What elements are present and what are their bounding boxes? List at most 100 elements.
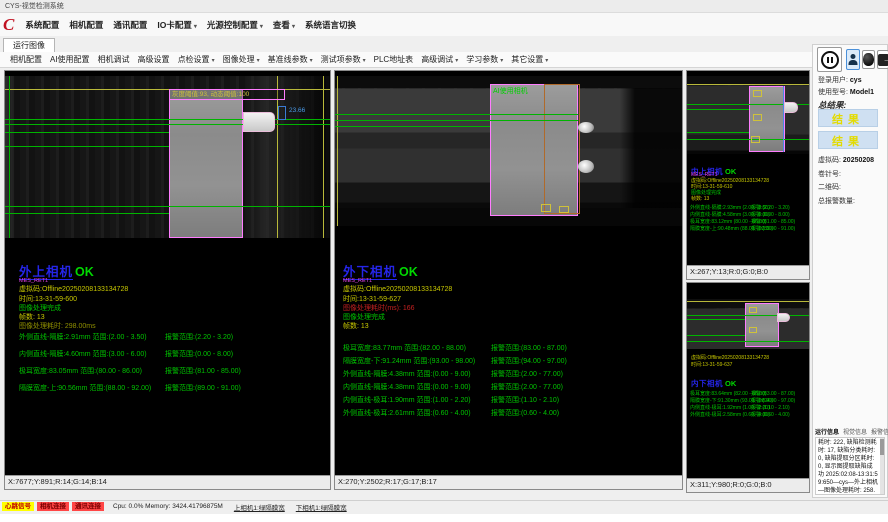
camera-canvas-outer-bottom[interactable]: AI使用相机: [335, 76, 682, 226]
measurement-value: 内侧直线-隔膜:4.60mm 范围:(3.00 - 6.00): [19, 350, 147, 359]
tool-spot-check[interactable]: 点检设置: [174, 53, 219, 66]
overlay-line: [5, 124, 330, 125]
log-scrollbar[interactable]: [880, 438, 884, 494]
tool-baseline-params[interactable]: 基准线参数: [264, 53, 317, 66]
lower-camera-link[interactable]: 下相机1:绿隔膜宽: [296, 502, 347, 512]
tool-plc-address[interactable]: PLC地址表: [370, 53, 418, 66]
menu-item-view[interactable]: 查看: [268, 17, 300, 33]
tool-advanced-settings[interactable]: 高级设置: [134, 53, 174, 66]
time-label: 时间:13-31-59-637: [691, 362, 732, 368]
menu-item-io-config[interactable]: IO卡配置: [152, 17, 202, 33]
tool-image-processing[interactable]: 图像处理: [219, 53, 264, 66]
measurement-value: 内侧直线-极耳:1.90mm 范围:(1.00 - 2.20): [343, 396, 471, 405]
camera-canvas-inner-bottom[interactable]: [687, 299, 809, 349]
camera-view-outer-top: 23.66 灰度阈值:93, 动态阈值:100 外上相机OK MES_RET1 …: [4, 70, 331, 490]
status-button[interactable]: [862, 50, 875, 69]
qr-code-label: 二维码:: [818, 182, 841, 192]
overlay-line: [335, 126, 490, 127]
camera-name-label: 内下相机: [691, 379, 723, 388]
tab-run-info[interactable]: 运行信息: [815, 427, 839, 436]
tool-ai-config[interactable]: AI使用配置: [46, 53, 94, 66]
alarm-range: 报警:(89.00 - 91.00): [751, 226, 795, 232]
camera-canvas-outer-top[interactable]: 23.66 灰度阈值:93, 动态阈值:100: [5, 76, 330, 238]
tool-advanced-debug[interactable]: 高级调试: [417, 53, 462, 66]
defect-marker: [753, 114, 762, 121]
alarm-range: 报警:(0.00 - 8.00): [751, 212, 790, 218]
overlay-line: [335, 120, 578, 121]
overlay-line: [687, 341, 809, 342]
user-button[interactable]: [846, 49, 860, 70]
status-icon: [863, 53, 874, 66]
alarm-range: 报警:(83.00 - 87.00): [751, 391, 795, 397]
measurement-value: 外侧直线-极耳:2.61mm 范围:(0.60 - 4.00): [343, 409, 471, 418]
electrode-tab: [784, 102, 798, 113]
defect-marker: [541, 204, 551, 212]
defect-marker: [749, 307, 757, 313]
tab-alarm-info[interactable]: 报警信息: [871, 427, 888, 436]
tool-other-settings[interactable]: 其它设置: [507, 53, 552, 66]
time-label: 时间:13-31-59-600: [19, 295, 77, 304]
login-user-value: cys: [850, 77, 862, 84]
tool-test-params[interactable]: 测试项参数: [317, 53, 370, 66]
measurement-value: 隔膜宽度-上:90.56mm 范围:(88.00 - 92.00): [19, 384, 151, 393]
tool-camera-config[interactable]: 相机配置: [6, 53, 46, 66]
overlay-line: [5, 213, 169, 214]
tab-vision-info[interactable]: 视觉信息: [843, 427, 867, 436]
pixel-info-bar: X:270;Y:2502;R:17;G:17;B:17: [335, 475, 682, 489]
menu-item-language[interactable]: 系统语言切换: [300, 17, 361, 33]
alarm-range: 报警范围:(89.00 - 91.00): [165, 384, 241, 393]
ai-camera-label: AI使用相机: [493, 86, 528, 96]
menu-item-system-config[interactable]: 系统配置: [20, 17, 64, 33]
alarm-range: 报警范围:(83.00 - 87.00): [491, 344, 567, 353]
overlay-line: [5, 206, 330, 207]
defect-marker: [753, 90, 762, 97]
overlay-line: [687, 315, 809, 316]
toolbar: 相机配置 AI使用配置 相机调试 高级设置 点检设置 图像处理 基准线参数 测试…: [0, 52, 812, 68]
virtual-code-label: 虚拟码:Offline20250208133134728: [19, 285, 128, 294]
alarm-range: 报警范围:(2.00 - 77.00): [491, 370, 563, 379]
overlay-line: [5, 132, 169, 133]
overlay-line: [337, 76, 338, 226]
measurement-value: 极耳宽度:83.05mm 范围:(80.00 - 86.00): [19, 367, 142, 376]
menubar: C 系统配置 相机配置 通讯配置 IO卡配置 光源控制配置 查看 系统语言切换: [0, 13, 888, 36]
measurement-value: 极耳宽度:83.77mm 范围:(82.00 - 88.00): [343, 344, 466, 353]
log-scrollbar-thumb[interactable]: [880, 439, 884, 455]
alarm-range: 报警范围:(94.00 - 97.00): [491, 357, 567, 366]
menu-item-comm-config[interactable]: 通讯配置: [108, 17, 152, 33]
virtual-code-value: 20250208: [843, 157, 874, 164]
status-bar: 心跳信号 相机连接 通讯连接 Cpu: 0.0% Memory: 3424.41…: [0, 500, 888, 512]
model-row: 使用型号: Model1: [818, 87, 874, 97]
measurement-value: 隔膜宽度-下:91.24mm 范围:(93.00 - 98.00): [343, 357, 475, 366]
model-label: 使用型号:: [818, 89, 848, 96]
tab-bar: 运行图像: [0, 36, 888, 53]
frame-count-label: 帧数: 13: [343, 322, 369, 331]
exit-button[interactable]: →: [877, 50, 888, 69]
login-user-row: 登录用户: cys: [818, 75, 862, 85]
tool-learning-params[interactable]: 学习参数: [462, 53, 507, 66]
upper-camera-link[interactable]: 上相机1:绿隔膜宽: [234, 502, 285, 512]
virtual-code-row: 虚拟码: 20250208: [818, 155, 874, 165]
result-text-2: 结果: [832, 136, 864, 148]
window-title: CYS-视觉检测系统: [5, 3, 64, 10]
overlay-line: [687, 132, 749, 133]
camera-canvas-inner-top[interactable]: [687, 76, 809, 154]
measurement-value: 内侧直线-隔膜:4.38mm 范围:(0.00 - 9.00): [343, 383, 471, 392]
result-text-1: 结果: [832, 114, 864, 126]
tool-camera-debug[interactable]: 相机调试: [94, 53, 134, 66]
pixel-info-bar: X:311;Y:980;R:0;G:0;B:0: [687, 478, 809, 492]
alarm-range: 报警:(1.10 - 2.10): [751, 405, 790, 411]
camera-view-inner-top: 内上相机OK MES_RET1 虚拟码:Offline2025020813313…: [686, 70, 810, 280]
menu-item-camera-config[interactable]: 相机配置: [64, 17, 108, 33]
alarm-range: 报警范围:(81.00 - 85.00): [165, 367, 241, 376]
tab-run-image[interactable]: 运行图像: [3, 38, 55, 53]
measurement-value: 外侧直线-隔膜:2.91mm 范围:(2.00 - 3.50): [19, 333, 147, 342]
control-panel: → 登录用户: cys 使用型号: Model1 总结果: 结果 结果 虚拟码:…: [812, 44, 888, 498]
alarm-range: 报警范围:(2.20 - 3.20): [165, 333, 233, 342]
alarm-range: 报警:(81.00 - 85.00): [751, 219, 795, 225]
log-text: 耗时: 222, 缺陷检测耗时: 17, 缺陷分类耗时: 0, 缺陷提取分区耗时…: [818, 440, 878, 495]
app-window: CYS-视觉检测系统 C 系统配置 相机配置 通讯配置 IO卡配置 光源控制配置…: [0, 0, 888, 514]
result-box-1: 结果: [818, 109, 878, 127]
menu-item-light-config[interactable]: 光源控制配置: [202, 17, 268, 33]
pause-button[interactable]: [817, 47, 842, 72]
overlay-line: [783, 86, 784, 152]
